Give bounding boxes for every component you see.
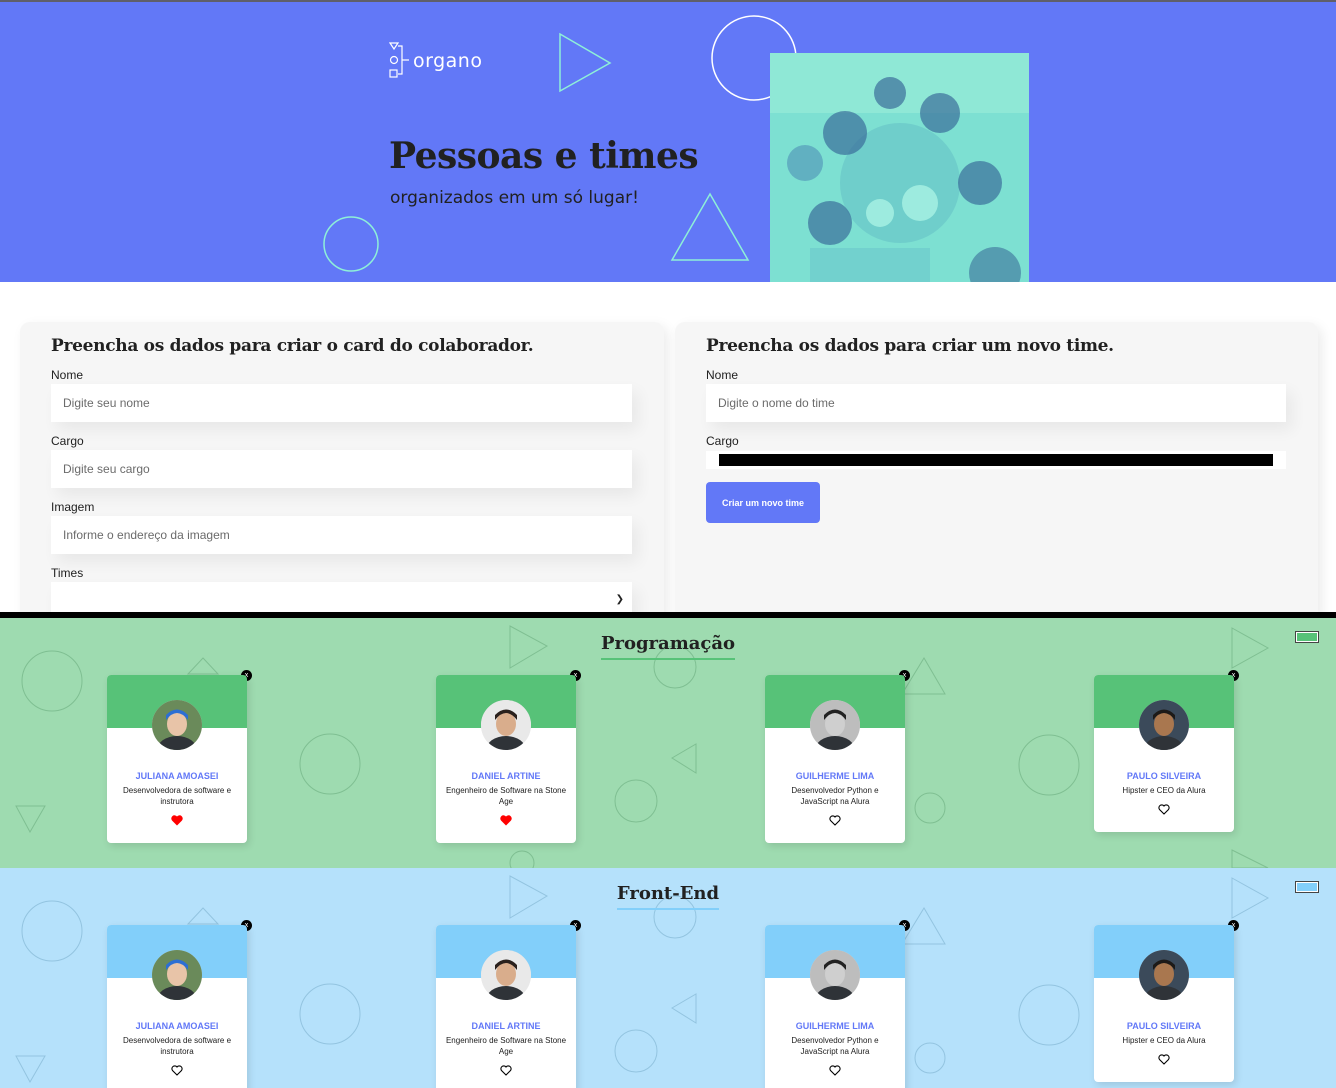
heart-outline-icon[interactable] [829, 815, 841, 826]
hero-team-photo [770, 53, 1029, 282]
collaborator-role: Desenvolvedora de software e instrutora [122, 786, 232, 806]
role-label: Cargo [51, 434, 84, 448]
image-url-input[interactable] [51, 516, 632, 554]
card-header [1094, 675, 1234, 750]
card-header [436, 675, 576, 750]
logo-text: organo [413, 50, 483, 72]
hero-subtitle: organizados em um só lugar! [390, 188, 639, 208]
banner: organo Pessoas e times organizados em um… [0, 0, 1336, 282]
collaborator-card: x JULIANA AMOASEI Desenvolvedora de softw… [107, 920, 252, 1088]
hero-title: Pessoas e times [389, 135, 699, 177]
avatar [1139, 700, 1189, 750]
collaborator-role: Engenheiro de Software na Stone Age [445, 786, 567, 806]
favorite-toggle[interactable] [436, 1059, 576, 1088]
collaborator-name: JULIANA AMOASEI [135, 771, 219, 781]
heart-outline-icon[interactable] [1158, 1054, 1170, 1065]
color-swatch [719, 454, 1273, 466]
collaborator-card: x GUILHERME LIMA Desenvolvedor Python e J… [765, 670, 910, 843]
collaborator-name: PAULO SILVEIRA [1126, 1021, 1202, 1031]
team-name-label: Nome [706, 368, 739, 382]
avatar [152, 700, 202, 750]
collaborator-name: DANIEL ARTINE [471, 771, 541, 781]
avatar [810, 950, 860, 1000]
collaborator-name: GUILHERME LIMA [795, 771, 875, 781]
card-header [107, 925, 247, 1000]
favorite-toggle[interactable] [1094, 798, 1234, 832]
name-label: Nome [51, 368, 84, 382]
card-header [1094, 925, 1234, 1000]
organo-logo[interactable]: organo [389, 42, 482, 80]
collaborator-role: Desenvolvedora de software e instrutora [122, 1036, 232, 1056]
card-header [765, 675, 905, 750]
collaborator-role: Engenheiro de Software na Stone Age [445, 1036, 567, 1056]
team-section: Programação x JULIANA AMOASEI Desenvolvedo… [0, 618, 1336, 868]
card-header [765, 925, 905, 1000]
collaborator-name: PAULO SILVEIRA [1126, 771, 1202, 781]
collaborator-role: Desenvolvedor Python e JavaScript na Alu… [791, 1036, 879, 1056]
collaborator-role: Hipster e CEO da Alura [1122, 1036, 1206, 1045]
collaborator-name: GUILHERME LIMA [795, 1021, 875, 1031]
avatar [481, 700, 531, 750]
collaborator-name: JULIANA AMOASEI [135, 1021, 219, 1031]
team-color-swatch [1297, 633, 1317, 641]
collaborator-card: x DANIEL ARTINE Engenheiro de Software na… [436, 670, 581, 843]
collaborator-card: x GUILHERME LIMA Desenvolvedor Python e J… [765, 920, 910, 1088]
heart-outline-icon[interactable] [1158, 804, 1170, 815]
collaborator-card: x DANIEL ARTINE Engenheiro de Software na… [436, 920, 581, 1088]
favorite-toggle[interactable] [765, 809, 905, 843]
team-label: Times [51, 566, 84, 580]
create-team-button[interactable]: Criar um novo time [706, 482, 820, 523]
collaborator-form-title: Preencha os dados para criar o card do c… [51, 336, 534, 356]
role-input[interactable] [51, 450, 632, 488]
logo-mark-icon [389, 42, 409, 78]
team-title: Front-End [0, 883, 1336, 910]
collaborator-role: Hipster e CEO da Alura [1122, 786, 1206, 795]
team-title-text: Front-End [616, 883, 720, 910]
favorite-toggle[interactable] [765, 1059, 905, 1088]
card-header [107, 675, 247, 750]
avatar [152, 950, 202, 1000]
team-title: Programação [0, 633, 1336, 660]
image-label: Imagem [51, 500, 95, 514]
collaborator-card: x JULIANA AMOASEI Desenvolvedora de softw… [107, 670, 252, 843]
collaborator-form: Preencha os dados para criar o card do c… [20, 322, 664, 622]
team-color-swatch [1297, 883, 1317, 891]
avatar [481, 950, 531, 1000]
heart-outline-icon[interactable] [829, 1065, 841, 1076]
team-color-picker[interactable] [1295, 631, 1319, 643]
collaborator-role: Desenvolvedor Python e JavaScript na Alu… [791, 786, 879, 806]
favorite-toggle[interactable] [1094, 1048, 1234, 1082]
team-section: Front-End x JULIANA AMOASEI Desenvolvedora… [0, 868, 1336, 1088]
team-color-label: Cargo [706, 434, 739, 448]
heart-filled-icon[interactable] [500, 815, 512, 826]
name-input[interactable] [51, 384, 632, 422]
avatar [810, 700, 860, 750]
favorite-toggle[interactable] [107, 1059, 247, 1088]
favorite-toggle[interactable] [107, 809, 247, 843]
avatar [1139, 950, 1189, 1000]
collaborator-name: DANIEL ARTINE [471, 1021, 541, 1031]
collaborator-card: x PAULO SILVEIRA Hipster e CEO da Alura [1094, 920, 1239, 1082]
chevron-down-icon: ❯ [615, 594, 624, 605]
team-title-text: Programação [600, 633, 736, 660]
heart-outline-icon[interactable] [171, 1065, 183, 1076]
heart-outline-icon[interactable] [500, 1065, 512, 1076]
team-form: Preencha os dados para criar um novo tim… [675, 322, 1318, 622]
collaborator-card: x PAULO SILVEIRA Hipster e CEO da Alura [1094, 670, 1239, 832]
card-header [436, 925, 576, 1000]
favorite-toggle[interactable] [436, 809, 576, 843]
team-color-input[interactable] [706, 451, 1286, 469]
heart-filled-icon[interactable] [171, 815, 183, 826]
team-name-input[interactable] [706, 384, 1286, 422]
team-color-picker[interactable] [1295, 881, 1319, 893]
team-form-title: Preencha os dados para criar um novo tim… [706, 336, 1114, 356]
